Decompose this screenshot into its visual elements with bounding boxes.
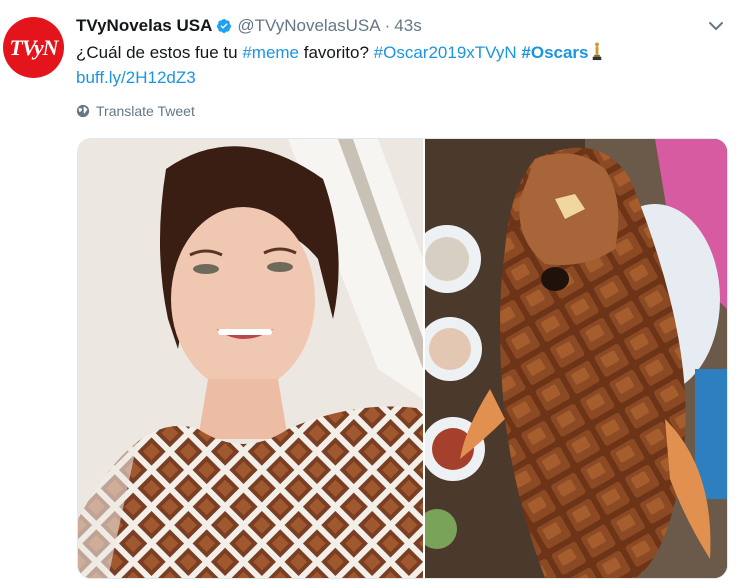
tweet-text: ¿Cuál de estos fue tu #meme favorito? #O… [76, 40, 696, 90]
tweet-text-part1: ¿Cuál de estos fue tu [76, 43, 243, 62]
hashtag-meme[interactable]: #meme [242, 43, 299, 62]
globe-icon [76, 104, 90, 118]
tweet-header: TVyNovelas USA @TVyNovelasUSA · 43s [76, 14, 700, 38]
timestamp[interactable]: 43s [394, 16, 421, 36]
chevron-down-icon[interactable] [706, 16, 726, 36]
translate-tweet[interactable]: Translate Tweet [76, 103, 195, 119]
hashtag-oscars[interactable]: #Oscars [521, 43, 588, 62]
handle[interactable]: @TVyNovelasUSA [237, 16, 380, 36]
oscar-statuette-icon [592, 42, 601, 61]
avatar-logo-text: TVyN [9, 34, 58, 60]
tweet-text-part2: favorito? [299, 43, 374, 62]
avatar[interactable]: TVyN [3, 17, 64, 78]
verified-badge-icon [217, 19, 232, 33]
display-name[interactable]: TVyNovelas USA [76, 16, 212, 36]
tweet-link[interactable]: buff.ly/2H12dZ3 [76, 68, 196, 87]
photo-woman-in-dress[interactable] [78, 139, 423, 578]
separator-dot: · [384, 16, 391, 35]
photo-fried-fish[interactable] [425, 139, 727, 578]
translate-label: Translate Tweet [96, 103, 195, 119]
hashtag-oscar2019xtvyn[interactable]: #Oscar2019xTVyN [374, 43, 517, 62]
tweet-media [77, 138, 728, 579]
